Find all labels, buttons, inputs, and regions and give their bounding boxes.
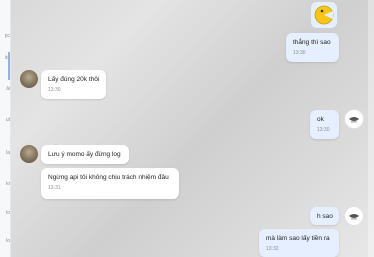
message-text: Ngừng api tôi không chịu trách nhiệm đâu [48,174,169,181]
message-text: h sao [317,213,333,220]
message-time: 13:30 [317,127,330,133]
pacman-face-sticker-icon [314,5,334,25]
sent-message[interactable]: thắng thì sao 13:30 [286,33,339,62]
logo-icon [349,214,359,220]
message-text: thắng thì sao [293,39,331,46]
sticker-message[interactable] [311,2,337,28]
message-text: mà làm sao lấy tiền ra [266,235,330,242]
conversation-preview-text: ìo [5,181,10,187]
chat-scrollbar[interactable] [368,0,374,257]
message-text: ok [317,116,324,123]
my-avatar[interactable] [345,110,363,128]
conversation-list-strip[interactable]: pc ấy ải ut ìa ìo ìo ìo [0,0,11,257]
conversation-preview-text: ìo [5,238,10,244]
message-text: Lưu ý momo ấy đừng log [48,151,121,158]
conversation-preview-text: ut [5,117,10,123]
received-message[interactable]: Lưu ý momo ấy đừng log [41,145,129,164]
contact-avatar[interactable] [20,145,38,163]
conversation-preview-text: ìo [5,210,10,216]
message-time: 13:31 [48,185,61,191]
conversation-preview-text: ải [6,86,10,92]
conversation-preview-text: pc [4,33,10,39]
message-text: Lấy đúng 20k thôi [48,76,100,83]
sent-message[interactable]: mà làm sao lấy tiền ra 13:32 [259,229,339,257]
sent-message[interactable]: ok 13:30 [310,110,339,139]
contact-avatar[interactable] [20,70,38,88]
received-message[interactable]: Lấy đúng 20k thôi 13:30 [41,70,106,99]
sent-message[interactable]: h sao [310,207,339,225]
message-time: 13:30 [48,87,61,93]
conversation-preview-text: ìa [5,150,10,156]
message-time: 13:32 [266,246,279,252]
message-time: 13:30 [293,50,306,56]
received-message[interactable]: Ngừng api tôi không chịu trách nhiệm đâu… [41,168,179,199]
logo-icon [349,117,359,123]
my-avatar[interactable] [345,207,363,225]
active-conversation-indicator [8,52,10,80]
